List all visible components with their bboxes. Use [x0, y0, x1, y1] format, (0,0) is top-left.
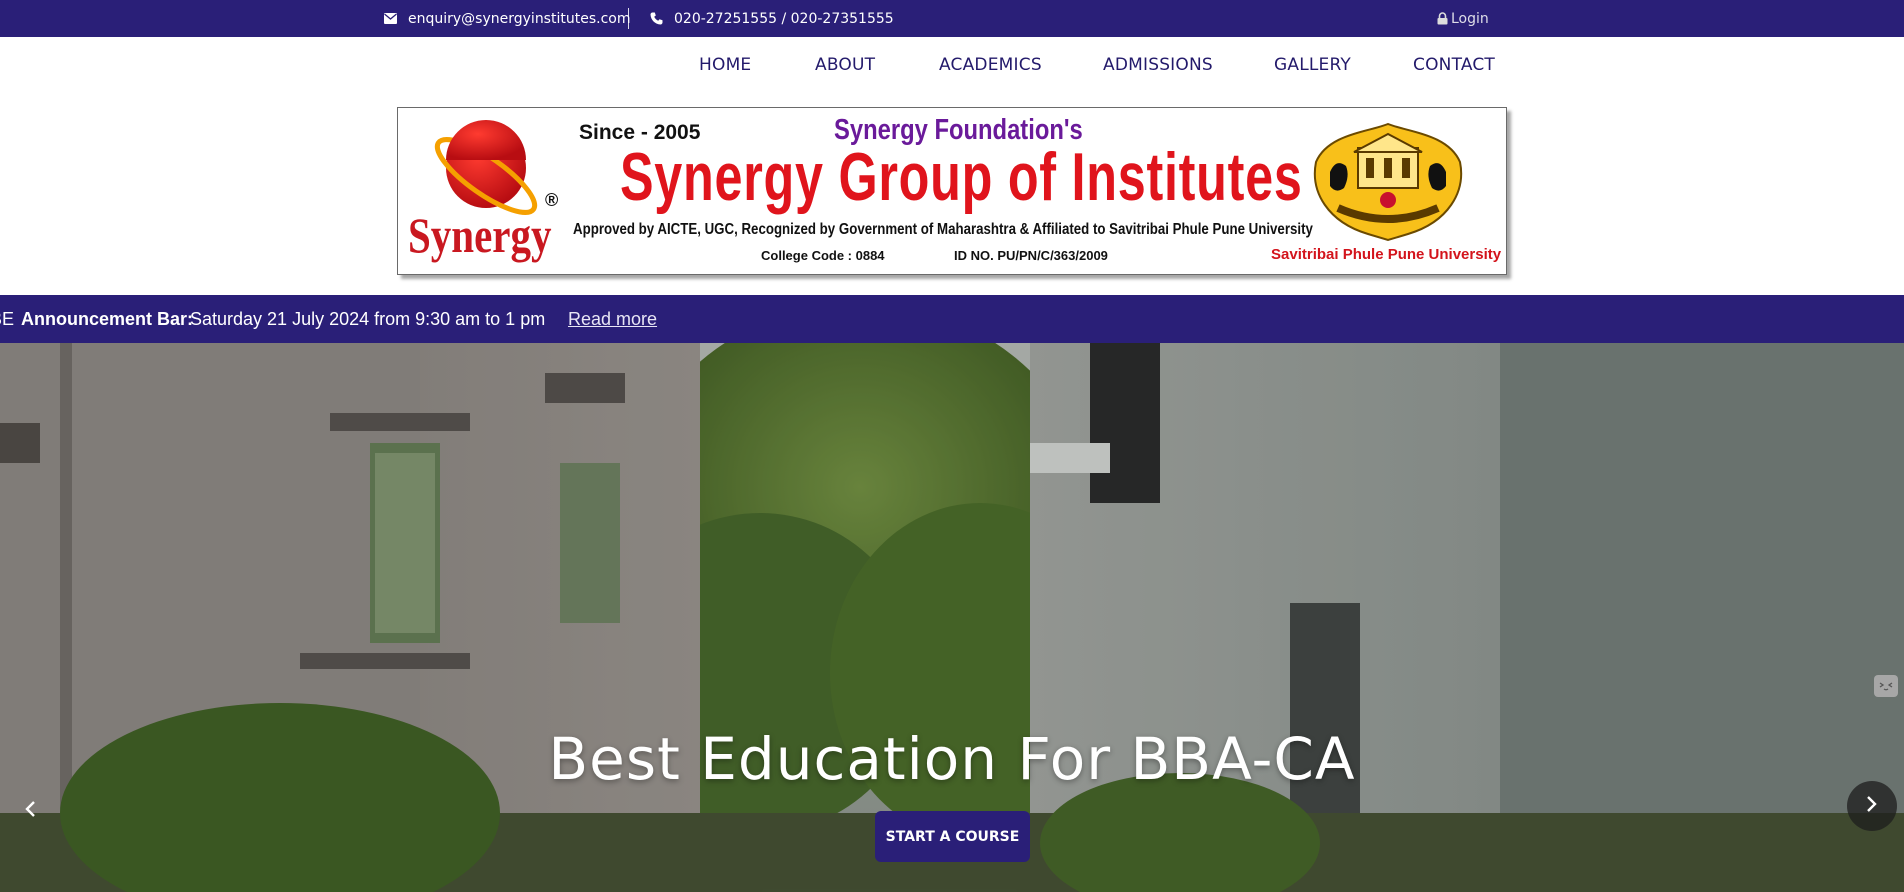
floating-widget-icon[interactable]: [1874, 675, 1898, 697]
announcement-bar: BE Announcement Bar: Saturday 21 July 20…: [0, 294, 1904, 344]
topbar-divider: [628, 8, 629, 29]
university-name: Savitribai Phule Pune University: [1271, 246, 1502, 263]
announcement-label: Announcement Bar:: [21, 309, 194, 329]
announcement-fragment: BE: [0, 309, 15, 329]
hero-slider: Best Education For BBA-CA START A COURSE: [0, 343, 1904, 892]
id-number: ID NO. PU/PN/C/363/2009: [954, 248, 1108, 263]
login-link[interactable]: Login: [1436, 0, 1489, 37]
top-contact-bar: enquiry@synergyinstitutes.com 020-272515…: [0, 0, 1904, 37]
lock-icon: [1436, 11, 1448, 27]
nav-home[interactable]: HOME: [699, 55, 751, 75]
campus-photo: [0, 343, 1904, 892]
phone-icon: [648, 11, 664, 27]
chevron-left-icon: [24, 800, 36, 823]
logo-wordmark: Synergy: [408, 207, 552, 263]
nav-academics[interactable]: ACADEMICS: [939, 55, 1042, 75]
registered-mark: ®: [545, 190, 559, 210]
nav-gallery[interactable]: GALLERY: [1274, 55, 1351, 75]
start-course-button[interactable]: START A COURSE: [875, 811, 1030, 862]
nav-about[interactable]: ABOUT: [815, 55, 875, 75]
login-label[interactable]: Login: [1451, 11, 1489, 27]
nav-admissions[interactable]: ADMISSIONS: [1103, 55, 1213, 75]
chevron-right-icon: [1866, 795, 1878, 818]
approval-text: Approved by AICTE, UGC, Recognized by Go…: [573, 221, 1313, 238]
email-text[interactable]: enquiry@synergyinstitutes.com: [408, 11, 630, 27]
email-contact[interactable]: enquiry@synergyinstitutes.com: [382, 0, 630, 37]
university-emblem-icon: [1308, 122, 1468, 242]
read-more-link[interactable]: Read more: [568, 309, 657, 330]
envelope-icon: [382, 11, 398, 27]
hero-title: Best Education For BBA-CA: [548, 725, 1356, 793]
main-nav: HOME ABOUT ACADEMICS ADMISSIONS GALLERY …: [0, 37, 1904, 97]
phone-contact[interactable]: 020-27251555 / 020-27351555: [648, 0, 894, 37]
institute-title: Synergy Group of Institutes: [620, 139, 1303, 215]
institute-banner[interactable]: Synergy ® Since - 2005 Synergy Foundatio…: [397, 107, 1507, 275]
nav-contact[interactable]: CONTACT: [1413, 55, 1495, 75]
synergy-logo: [428, 120, 548, 220]
announcement-message: Saturday 21 July 2024 from 9:30 am to 1 …: [190, 309, 546, 329]
slider-prev-button[interactable]: [0, 786, 60, 836]
slider-next-button[interactable]: [1847, 781, 1897, 831]
phone-text[interactable]: 020-27251555 / 020-27351555: [674, 11, 894, 27]
college-code: College Code : 0884: [761, 248, 885, 263]
